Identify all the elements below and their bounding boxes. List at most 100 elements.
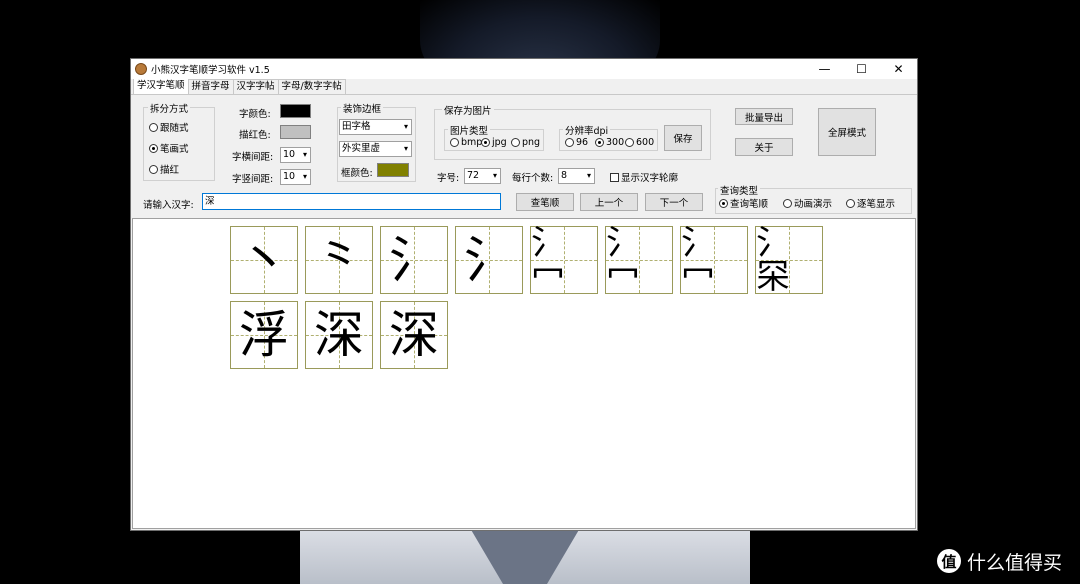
char-color-label: 字颜色: <box>239 109 271 120</box>
radio-png-dot <box>511 138 520 147</box>
radio-query-order[interactable]: 查询笔顺 <box>719 196 768 210</box>
stroke-glyph: ⺀ <box>314 231 364 289</box>
radio-dpi-300[interactable]: 300 <box>595 137 624 148</box>
frame-color-swatch[interactable] <box>377 163 409 177</box>
line-style-select[interactable]: 外实里虚 ▾ <box>339 141 412 157</box>
radio-query-animation-label: 动画演示 <box>794 199 833 210</box>
radio-stroke[interactable]: 笔画式 <box>149 141 189 155</box>
stroke-glyph: 氵罙 <box>756 223 790 297</box>
stroke-cell: 浮 <box>230 301 298 369</box>
char-color-swatch[interactable] <box>280 104 311 118</box>
chevron-down-icon: ▾ <box>302 150 307 159</box>
input-label: 请输入汉字: <box>143 200 194 211</box>
h-spacing-select[interactable]: 10 ▾ <box>280 147 311 163</box>
window-title: 小熊汉字笔顺学习软件 v1.5 <box>151 65 270 76</box>
stroke-cell: 氵冖 <box>530 226 598 294</box>
watermark-logo: 值 <box>936 549 961 573</box>
batch-export-button[interactable]: 批量导出 <box>735 108 793 125</box>
radio-query-stepwise-label: 逐笔显示 <box>857 199 896 210</box>
stroke-glyph: 氵 <box>464 231 514 289</box>
app-window: 小熊汉字笔顺学习软件 v1.5 — ☐ ✕ 学汉字笔顺 拼音字母 汉字字帖 字母… <box>130 58 918 531</box>
tab-strip: 学汉字笔顺 拼音字母 汉字字帖 字母/数字字帖 <box>131 78 917 95</box>
radio-dpi-300-dot <box>595 138 604 147</box>
radio-dpi-96[interactable]: 96 <box>565 137 588 148</box>
radio-dpi-600[interactable]: 600 <box>625 137 654 148</box>
per-row-select[interactable]: 8 ▾ <box>558 168 595 184</box>
desktop-background: 值 什么值得买 小熊汉字笔顺学习软件 v1.5 — ☐ ✕ 学汉字笔顺 拼音字母… <box>0 0 1080 584</box>
lookup-button[interactable]: 查笔顺 <box>516 193 574 211</box>
radio-trace[interactable]: 描红 <box>149 162 179 176</box>
radio-follow[interactable]: 跟随式 <box>149 120 189 134</box>
stroke-glyph: 丶 <box>239 231 289 289</box>
frame-title: 装饰边框 <box>341 101 384 115</box>
save-image-title: 保存为图片 <box>442 103 494 117</box>
tab-hanzi-copybook[interactable]: 汉字字帖 <box>232 79 279 94</box>
radio-dpi-300-label: 300 <box>606 137 625 148</box>
stroke-cell: 氵罙 <box>755 226 823 294</box>
frame-color-label: 框颜色: <box>341 168 373 179</box>
radio-follow-label: 跟随式 <box>160 123 189 134</box>
stroke-cell: 丶 <box>230 226 298 294</box>
radio-query-stepwise[interactable]: 逐笔显示 <box>846 196 895 210</box>
save-button[interactable]: 保存 <box>664 125 702 151</box>
stroke-glyph: 氵 <box>389 231 439 289</box>
radio-bmp[interactable]: bmp <box>450 137 482 148</box>
stroke-glyph: 氵冖 <box>681 223 715 297</box>
fullscreen-button[interactable]: 全屏模式 <box>818 108 876 156</box>
font-size-label: 字号: <box>437 173 460 184</box>
radio-jpg[interactable]: jpg <box>481 137 507 148</box>
show-outline-checkbox[interactable]: 显示汉字轮廓 <box>610 170 678 184</box>
minimize-button[interactable]: — <box>806 59 843 79</box>
h-spacing-label: 字横间距: <box>232 152 274 163</box>
radio-dpi-600-label: 600 <box>636 137 655 148</box>
radio-dpi-96-dot <box>565 138 574 147</box>
stroke-cell: ⺀ <box>305 226 373 294</box>
radio-jpg-dot <box>481 138 490 147</box>
radio-dpi-600-dot <box>625 138 634 147</box>
show-outline-label: 显示汉字轮廓 <box>621 173 679 184</box>
radio-stroke-dot <box>149 143 158 153</box>
background-figure-collar <box>470 528 580 584</box>
v-spacing-value: 10 <box>283 171 296 182</box>
hanzi-input[interactable]: 深 <box>202 193 501 210</box>
split-mode-title: 拆分方式 <box>148 101 191 115</box>
stroke-glyph: 深 <box>389 306 439 364</box>
radio-query-stepwise-dot <box>846 198 855 208</box>
v-spacing-select[interactable]: 10 ▾ <box>280 169 311 185</box>
next-button[interactable]: 下一个 <box>645 193 703 211</box>
radio-dpi-96-label: 96 <box>576 137 589 148</box>
stroke-glyph: 浮 <box>239 306 289 364</box>
per-row-value: 8 <box>561 170 568 181</box>
chevron-down-icon: ▾ <box>492 171 497 180</box>
watermark-text: 什么值得买 <box>966 551 1062 574</box>
title-bar[interactable]: 小熊汉字笔顺学习软件 v1.5 — ☐ ✕ <box>131 59 917 79</box>
radio-query-animation[interactable]: 动画演示 <box>783 196 832 210</box>
maximize-button[interactable]: ☐ <box>843 59 880 79</box>
stroke-glyph: 氵冖 <box>606 223 640 297</box>
trace-color-label: 描红色: <box>239 130 271 141</box>
radio-follow-dot <box>149 122 158 132</box>
chevron-down-icon: ▾ <box>403 144 408 153</box>
radio-bmp-label: bmp <box>461 137 483 148</box>
radio-query-order-dot <box>719 198 728 208</box>
stroke-glyph: 氵冖 <box>531 223 565 297</box>
font-size-value: 72 <box>467 170 480 181</box>
radio-bmp-dot <box>450 138 459 147</box>
h-spacing-value: 10 <box>283 149 296 160</box>
stroke-cell: 深 <box>305 301 373 369</box>
tab-stroke-order[interactable]: 学汉字笔顺 <box>133 78 189 94</box>
background-figure-shirt <box>300 528 750 584</box>
per-row-label: 每行个数: <box>512 173 554 184</box>
radio-png-label: png <box>522 137 541 148</box>
tab-pinyin[interactable]: 拼音字母 <box>187 79 234 94</box>
line-style-value: 外实里虚 <box>342 143 381 154</box>
radio-png[interactable]: png <box>511 137 540 148</box>
prev-button[interactable]: 上一个 <box>580 193 638 211</box>
font-size-select[interactable]: 72 ▾ <box>464 168 501 184</box>
tab-letter-copybook[interactable]: 字母/数字字帖 <box>277 79 346 94</box>
about-button[interactable]: 关于 <box>735 138 793 156</box>
close-button[interactable]: ✕ <box>880 59 917 79</box>
grid-type-select[interactable]: 田字格 ▾ <box>339 119 412 135</box>
stroke-glyph: 深 <box>314 306 364 364</box>
trace-color-swatch[interactable] <box>280 125 311 139</box>
